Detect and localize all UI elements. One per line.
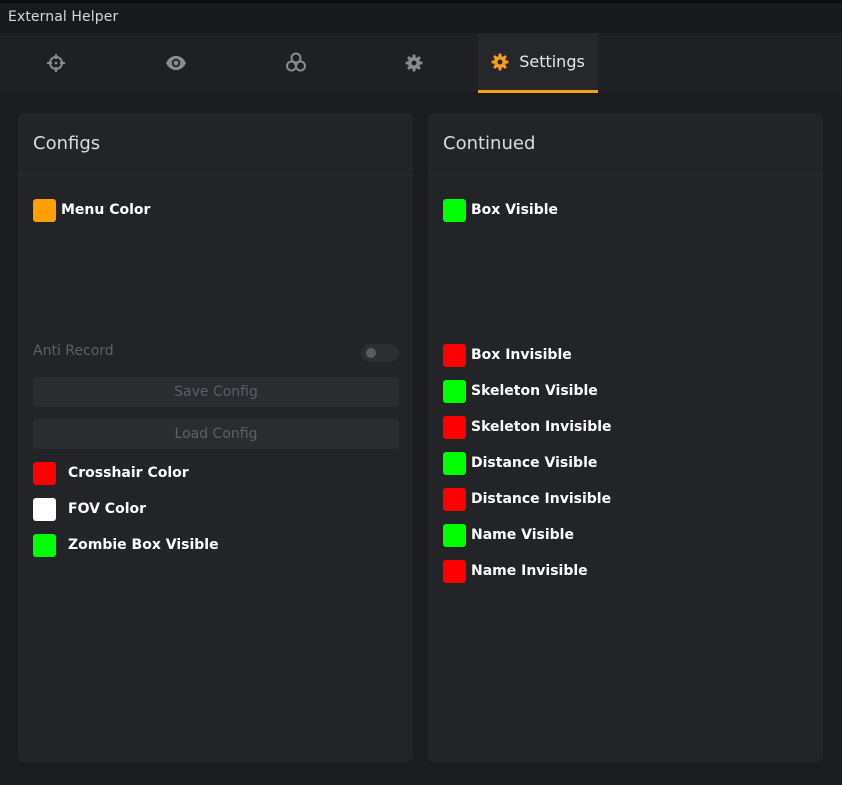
skeleton-invisible-label: Skeleton Invisible bbox=[471, 419, 612, 435]
continued-panel: Continued Box Visible Box Invisible Skel… bbox=[428, 113, 823, 762]
color-row: Skeleton Invisible bbox=[443, 415, 612, 439]
box-visible-row: Box Visible bbox=[443, 198, 558, 222]
distance-visible-label: Distance Visible bbox=[471, 455, 598, 471]
tab-settings[interactable]: Settings bbox=[478, 33, 598, 93]
anti-record-toggle[interactable] bbox=[361, 344, 399, 362]
continued-header: Continued bbox=[428, 113, 823, 175]
load-config-button[interactable]: Load Config bbox=[33, 419, 399, 449]
save-config-button[interactable]: Save Config bbox=[33, 377, 399, 407]
zombie-box-visible-label: Zombie Box Visible bbox=[68, 537, 219, 553]
crosshair-color-label: Crosshair Color bbox=[68, 465, 189, 481]
box-visible-swatch[interactable] bbox=[443, 198, 466, 222]
eye-icon bbox=[166, 56, 186, 70]
color-row: Box Invisible bbox=[443, 343, 572, 367]
crosshair-icon bbox=[47, 54, 65, 72]
gear-icon bbox=[405, 54, 423, 72]
color-row: Distance Invisible bbox=[443, 487, 611, 511]
continued-title: Continued bbox=[443, 133, 536, 154]
color-row: Name Visible bbox=[443, 523, 574, 547]
gear-icon bbox=[491, 53, 509, 70]
tab-visuals[interactable] bbox=[120, 33, 232, 93]
anti-record-label: Anti Record bbox=[33, 343, 114, 359]
name-invisible-label: Name Invisible bbox=[471, 563, 588, 579]
menu-color-row: Menu Color bbox=[33, 198, 150, 222]
distance-visible-swatch[interactable] bbox=[443, 451, 466, 475]
fov-color-label: FOV Color bbox=[68, 501, 147, 517]
tab-aimbot[interactable] bbox=[0, 33, 112, 93]
configs-title: Configs bbox=[33, 133, 101, 154]
menu-color-label: Menu Color bbox=[61, 202, 151, 218]
tab-bar: Settings bbox=[0, 33, 842, 93]
name-visible-swatch[interactable] bbox=[443, 523, 466, 547]
color-row: Name Invisible bbox=[443, 559, 588, 583]
color-row: Crosshair Color bbox=[33, 461, 189, 485]
skeleton-visible-swatch[interactable] bbox=[443, 379, 466, 403]
skeleton-invisible-swatch[interactable] bbox=[443, 415, 466, 439]
configs-header: Configs bbox=[18, 113, 413, 175]
title-bar: External Helper bbox=[0, 0, 842, 33]
box-invisible-swatch[interactable] bbox=[443, 343, 466, 367]
toggle-knob bbox=[366, 348, 376, 358]
box-invisible-label: Box Invisible bbox=[471, 347, 572, 363]
name-visible-label: Name Visible bbox=[471, 527, 574, 543]
fov-color-swatch[interactable] bbox=[33, 497, 56, 521]
menu-color-swatch[interactable] bbox=[33, 198, 56, 222]
skeleton-visible-label: Skeleton Visible bbox=[471, 383, 598, 399]
box-visible-label: Box Visible bbox=[471, 202, 559, 218]
biohazard-icon bbox=[286, 52, 306, 72]
name-invisible-swatch[interactable] bbox=[443, 559, 466, 583]
color-row: Distance Visible bbox=[443, 451, 597, 475]
crosshair-color-swatch[interactable] bbox=[33, 461, 56, 485]
window-title: External Helper bbox=[8, 9, 119, 25]
tab-zombies[interactable] bbox=[240, 33, 352, 93]
color-row: FOV Color bbox=[33, 497, 146, 521]
tab-settings-label: Settings bbox=[519, 52, 585, 71]
configs-panel: Configs Menu Color Anti Record Save Conf… bbox=[18, 113, 413, 762]
color-row: Zombie Box Visible bbox=[33, 533, 219, 557]
distance-invisible-swatch[interactable] bbox=[443, 487, 466, 511]
tab-misc[interactable] bbox=[358, 33, 470, 93]
distance-invisible-label: Distance Invisible bbox=[471, 491, 612, 507]
zombie-box-visible-swatch[interactable] bbox=[33, 533, 56, 557]
color-row: Skeleton Visible bbox=[443, 379, 598, 403]
